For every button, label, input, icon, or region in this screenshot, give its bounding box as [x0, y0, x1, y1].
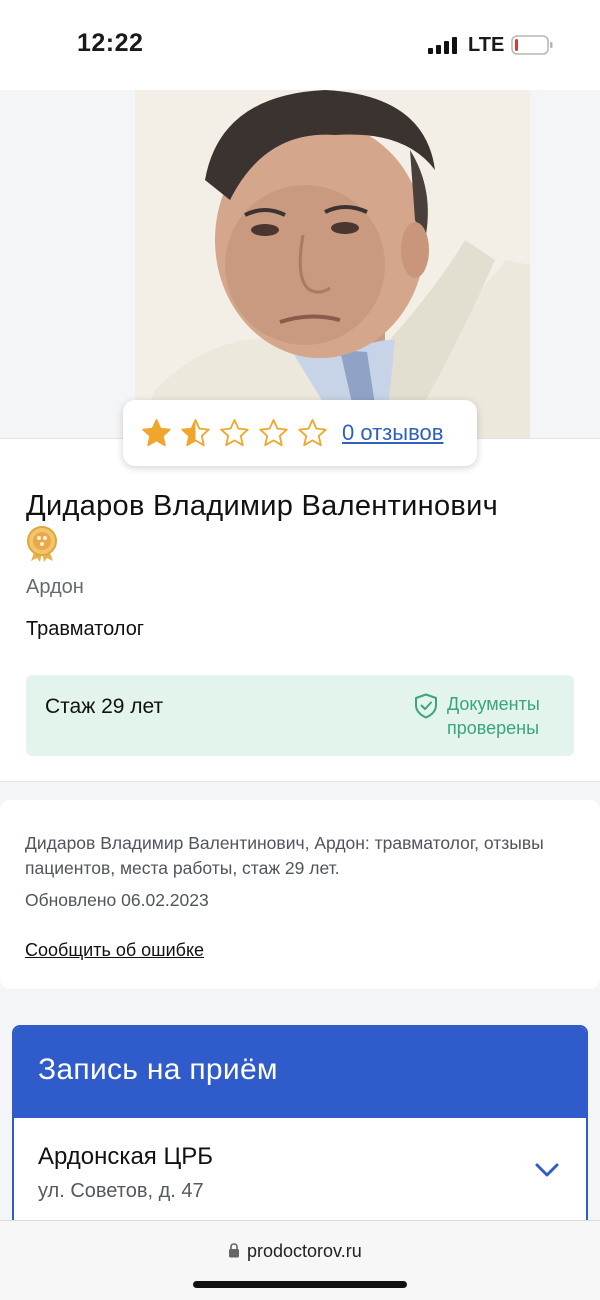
browser-address-bar[interactable]: prodoctorov.ru — [0, 1220, 600, 1300]
chevron-down-icon[interactable] — [534, 1161, 560, 1179]
url-text[interactable]: prodoctorov.ru — [247, 1241, 362, 1262]
network-label: LTE — [468, 34, 505, 56]
experience-box: Стаж 29 лет Документы проверены — [26, 675, 574, 756]
star-full-icon — [142, 418, 171, 446]
documents-status: Документы проверены — [447, 694, 540, 738]
doctor-photo — [135, 90, 530, 438]
info-description: Дидаров Владимир Валентинович, Ардон: тр… — [25, 833, 544, 878]
home-indicator[interactable] — [193, 1281, 407, 1288]
doctor-name: Дидаров Владимир Валентинович — [26, 490, 499, 522]
star-empty-icon — [298, 418, 327, 446]
doctor-specialty: Травматолог — [26, 618, 145, 640]
experience-text: Стаж 29 лет — [45, 695, 164, 718]
star-half-icon — [181, 418, 210, 446]
signal-icon — [428, 37, 457, 54]
shield-check-icon — [415, 693, 437, 719]
clinic-name: Ардонская ЦРБ — [38, 1143, 213, 1170]
appointment-card: Запись на приём Ардонская ЦРБ ул. Совето… — [12, 1025, 588, 1235]
rating-summary: 0 отзывов — [123, 400, 477, 466]
star-empty-icon — [259, 418, 288, 446]
clinic-address: ул. Советов, д. 47 — [38, 1180, 204, 1202]
report-error-link[interactable]: Сообщить об ошибке — [25, 940, 204, 961]
updated-date: Обновлено 06.02.2023 — [25, 890, 209, 910]
reviews-link[interactable]: 0 отзывов — [342, 420, 443, 446]
battery-icon — [511, 35, 553, 55]
doctor-portrait-icon — [135, 90, 530, 438]
lock-icon — [229, 1243, 239, 1258]
appointment-header: Запись на приём — [14, 1027, 586, 1118]
star-empty-icon — [220, 418, 249, 446]
rating-stars — [141, 418, 328, 449]
appointment-title: Запись на приём — [38, 1053, 278, 1086]
doctor-city: Ардон — [26, 576, 84, 598]
status-time: 12:22 — [77, 29, 144, 57]
medal-icon — [27, 526, 57, 562]
status-bar: 12:22 LTE — [0, 0, 600, 90]
